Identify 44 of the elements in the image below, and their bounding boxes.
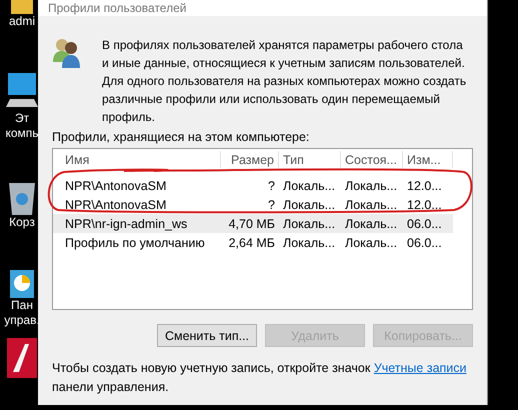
- table-cell-text: 4,70 МБ: [228, 216, 276, 230]
- table-cell-text: Локаль...: [344, 198, 398, 212]
- table-cell-text: NPR\AntonovaSM: [64, 198, 168, 212]
- folder-icon[interactable]: [9, 0, 35, 14]
- table-cell-text: 12.0...: [406, 198, 443, 212]
- app-icon[interactable]: [7, 338, 37, 378]
- column-header[interactable]: Размер: [221, 151, 279, 168]
- window-title: Профили пользователей: [48, 1, 186, 15]
- table-row[interactable]: NPR\AntonovaSM ? Локаль... Локаль... 12.0...: [53, 195, 453, 214]
- table-cell-text: ?: [267, 198, 276, 212]
- table-row[interactable]: Профиль по умолчанию 2,64 МБ Локаль... Локаль... 06.0...: [53, 233, 453, 252]
- table-cell-text: 12.0...: [406, 178, 443, 192]
- accounts-link[interactable]: Учетные записи: [374, 361, 467, 375]
- table-cell-text: Локаль...: [282, 198, 336, 212]
- table-cell-text: 06.0...: [406, 216, 443, 230]
- table-cell-text: Локаль...: [344, 236, 398, 250]
- table-cell-text: Профиль по умолчанию: [64, 236, 206, 250]
- desktop-icon-label: управ.: [4, 313, 40, 328]
- column-header[interactable]: Состоя...: [341, 151, 403, 168]
- table-cell-text: Локаль...: [344, 178, 398, 192]
- column-header[interactable]: Имя: [61, 151, 221, 168]
- table-cell-text: Локаль...: [282, 236, 336, 250]
- table-cell-text: 2,64 МБ: [228, 236, 276, 250]
- desktop-icon-label: Эт: [14, 111, 30, 126]
- list-label: Профили, хранящиеся на этом компьютере:: [52, 130, 310, 144]
- table-cell-text: Локаль...: [344, 216, 398, 230]
- table-row[interactable]: NPR\AntonovaSM ? Локаль... Локаль... 12.0...: [53, 176, 453, 195]
- column-header[interactable]: Тип: [279, 151, 341, 168]
- desktop-icon-label: Пан: [11, 298, 33, 313]
- action-button[interactable]: Сменить тип...: [157, 324, 257, 347]
- table-cell-text: Локаль...: [282, 216, 336, 230]
- desktop-icon-label: Корз: [9, 215, 35, 230]
- table-cell-text: ?: [267, 178, 276, 192]
- table-row[interactable]: NPR\nr-ign-admin_ws 4,70 МБ Локаль... Локаль... 06.0...: [53, 214, 453, 233]
- desktop-icon-label: компь: [5, 126, 39, 141]
- desktop-icon-label: admi: [8, 14, 35, 29]
- table-cell-text: NPR\AntonovaSM: [64, 178, 168, 192]
- table-cell-text: NPR\nr-ign-admin_ws: [64, 216, 188, 230]
- column-header[interactable]: Изм...: [403, 151, 453, 168]
- control-panel-icon[interactable]: [10, 270, 34, 298]
- footer-text: Чтобы создать новую учетную запись, откройте значок Учетные записи панели управления.: [52, 360, 468, 396]
- table-cell-text: 06.0...: [406, 236, 443, 250]
- description-text: В профилях пользователей хранятся параметры рабочего стола и иные данные, относящиеся к учетным записям пользователей. Для одного пользователя на разных компьютерах можно создать различные профили или использовать один перемещаемый профиль.: [102, 37, 468, 126]
- table-cell-text: Локаль...: [282, 178, 336, 192]
